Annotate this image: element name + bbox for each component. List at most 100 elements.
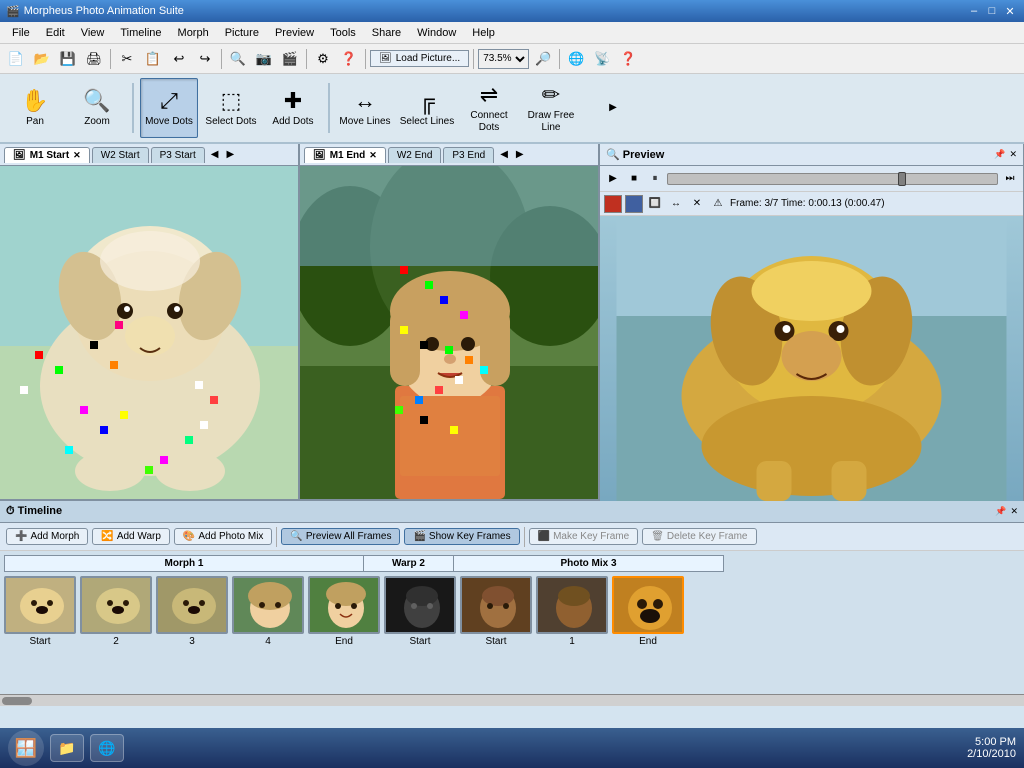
timeline-close-button[interactable]: ✕ bbox=[1010, 506, 1018, 517]
open-button[interactable]: 📂 bbox=[30, 47, 54, 71]
horizontal-scrollbar[interactable] bbox=[0, 694, 1024, 706]
frame-thumb-warp2-start[interactable] bbox=[384, 576, 456, 634]
timeline-pin-button[interactable]: 📌 bbox=[995, 506, 1006, 517]
maximize-button[interactable]: □ bbox=[984, 4, 1000, 18]
preview-tool4[interactable]: ⚠ bbox=[709, 195, 727, 213]
frame-photomix3-1[interactable]: 1 bbox=[536, 576, 608, 647]
close-button[interactable]: ✕ bbox=[1002, 4, 1018, 18]
load-picture-button[interactable]: 🖼 Load Picture... bbox=[370, 50, 469, 67]
frame-thumb-morph1-3[interactable] bbox=[156, 576, 228, 634]
preview-close-button[interactable]: ✕ bbox=[1009, 149, 1017, 160]
add-photo-mix-button[interactable]: 🎨 Add Photo Mix bbox=[174, 528, 273, 545]
preview-color-btn[interactable] bbox=[604, 195, 622, 213]
preview-play-button[interactable]: ▶ bbox=[604, 170, 622, 188]
make-key-frame-button[interactable]: ⬛ Make Key Frame bbox=[529, 528, 639, 545]
copy-button[interactable]: 📋 bbox=[141, 47, 165, 71]
preview-skip-button[interactable]: ⏭ bbox=[1001, 170, 1019, 188]
select-dots-tool-button[interactable]: ⬚ Select Dots bbox=[202, 78, 260, 138]
menu-morph[interactable]: Morph bbox=[170, 25, 217, 41]
preview-all-frames-button[interactable]: 🔍 Preview All Frames bbox=[281, 528, 400, 545]
preview-pin-button[interactable]: 📌 bbox=[994, 149, 1005, 160]
zoom-fit-button[interactable]: 🔎 bbox=[531, 47, 555, 71]
frame-warp2-start[interactable]: Start bbox=[384, 576, 456, 647]
frame-morph1-3[interactable]: 3 bbox=[156, 576, 228, 647]
help-button[interactable]: ❓ bbox=[337, 47, 361, 71]
preview-stop-button[interactable]: ■ bbox=[625, 170, 643, 188]
explorer-button[interactable]: 📁 bbox=[50, 734, 84, 762]
preview-tool3[interactable]: ✕ bbox=[688, 195, 706, 213]
end-image-area[interactable] bbox=[300, 166, 598, 499]
frame-thumb-morph1-2[interactable] bbox=[80, 576, 152, 634]
tab-m1-start[interactable]: 🖼 M1 Start ✕ bbox=[4, 147, 90, 163]
scroll-thumb[interactable] bbox=[2, 697, 32, 705]
start-image-area[interactable] bbox=[0, 166, 298, 499]
frame-photomix3-end[interactable]: End bbox=[612, 576, 684, 647]
zoom-tool-button[interactable]: 🔍 Zoom bbox=[68, 78, 126, 138]
video-button[interactable]: 🎬 bbox=[278, 47, 302, 71]
panel-start-next[interactable]: ▶ bbox=[222, 147, 238, 162]
frame-thumb-photomix3-start[interactable] bbox=[460, 576, 532, 634]
frame-thumb-morph1-end[interactable] bbox=[308, 576, 380, 634]
start-button[interactable]: 🪟 bbox=[8, 730, 44, 766]
frame-thumb-morph1-start[interactable] bbox=[4, 576, 76, 634]
select-lines-tool-button[interactable]: ╔ Select Lines bbox=[398, 78, 456, 138]
save-button[interactable]: 💾 bbox=[56, 47, 80, 71]
tab-m1-end[interactable]: 🖼 M1 End ✕ bbox=[304, 147, 386, 163]
camera-button[interactable]: 📷 bbox=[252, 47, 276, 71]
undo-button[interactable]: ↩ bbox=[167, 47, 191, 71]
connect-dots-tool-button[interactable]: ⇌ Connect Dots bbox=[460, 78, 518, 138]
frame-thumb-photomix3-1[interactable] bbox=[536, 576, 608, 634]
preview-pause-button[interactable]: ⏸ bbox=[646, 170, 664, 188]
preview-gradient-btn[interactable] bbox=[625, 195, 643, 213]
preview-image-area[interactable] bbox=[600, 216, 1023, 501]
extra-btn2[interactable]: 📡 bbox=[590, 47, 614, 71]
extra-btn1[interactable]: 🌐 bbox=[564, 47, 588, 71]
settings-button[interactable]: ⚙ bbox=[311, 47, 335, 71]
panel-end-prev[interactable]: ◀ bbox=[496, 147, 512, 162]
menu-preview[interactable]: Preview bbox=[267, 25, 322, 41]
draw-free-line-tool-button[interactable]: ✏ Draw Free Line bbox=[522, 78, 580, 138]
tab-p3-start[interactable]: P3 Start bbox=[151, 147, 205, 163]
preview-progress-thumb[interactable] bbox=[898, 172, 906, 186]
menu-file[interactable]: File bbox=[4, 25, 38, 41]
frame-photomix3-start[interactable]: Start bbox=[460, 576, 532, 647]
preview-tool1[interactable]: 🔲 bbox=[646, 195, 664, 213]
move-lines-tool-button[interactable]: ↔ Move Lines bbox=[336, 78, 394, 138]
tab-m1-start-close[interactable]: ✕ bbox=[73, 150, 81, 161]
add-dots-tool-button[interactable]: ✚ Add Dots bbox=[264, 78, 322, 138]
panel-start-prev[interactable]: ◀ bbox=[207, 147, 223, 162]
tab-m1-end-close[interactable]: ✕ bbox=[369, 150, 377, 161]
tab-p3-end[interactable]: P3 End bbox=[443, 147, 494, 163]
more-tools-button[interactable]: ▶ bbox=[584, 78, 642, 138]
menu-tools[interactable]: Tools bbox=[322, 25, 364, 41]
frame-thumb-photomix3-end[interactable] bbox=[612, 576, 684, 634]
menu-window[interactable]: Window bbox=[409, 25, 464, 41]
preview-tool2[interactable]: ↔ bbox=[667, 195, 685, 213]
preview-progress-bar[interactable] bbox=[667, 173, 998, 185]
frame-thumb-morph1-4[interactable] bbox=[232, 576, 304, 634]
frame-morph1-end[interactable]: End bbox=[308, 576, 380, 647]
add-warp-button[interactable]: 🔀 Add Warp bbox=[92, 528, 170, 545]
browser-button[interactable]: 🌐 bbox=[90, 734, 124, 762]
add-morph-button[interactable]: ➕ Add Morph bbox=[6, 528, 88, 545]
panel-end-next[interactable]: ▶ bbox=[512, 147, 528, 162]
frame-morph1-start[interactable]: Start bbox=[4, 576, 76, 647]
menu-view[interactable]: View bbox=[73, 25, 113, 41]
print-button[interactable]: 🖨 bbox=[82, 47, 106, 71]
show-key-frames-button[interactable]: 🎬 Show Key Frames bbox=[404, 528, 519, 545]
menu-edit[interactable]: Edit bbox=[38, 25, 73, 41]
delete-key-frame-button[interactable]: 🗑 Delete Key Frame bbox=[642, 528, 756, 545]
zoom-out-button[interactable]: 🔍 bbox=[226, 47, 250, 71]
extra-btn3[interactable]: ❓ bbox=[616, 47, 640, 71]
menu-share[interactable]: Share bbox=[364, 25, 409, 41]
frame-morph1-2[interactable]: 2 bbox=[80, 576, 152, 647]
menu-help[interactable]: Help bbox=[464, 25, 503, 41]
menu-timeline[interactable]: Timeline bbox=[112, 25, 169, 41]
new-button[interactable]: 📄 bbox=[4, 47, 28, 71]
menu-picture[interactable]: Picture bbox=[217, 25, 267, 41]
tab-w2-start[interactable]: W2 Start bbox=[92, 147, 149, 163]
pan-tool-button[interactable]: ✋ Pan bbox=[6, 78, 64, 138]
minimize-button[interactable]: – bbox=[966, 4, 982, 18]
move-dots-tool-button[interactable]: ⤢ Move Dots bbox=[140, 78, 198, 138]
zoom-select[interactable]: 73.5% 50% 100% bbox=[478, 49, 529, 69]
